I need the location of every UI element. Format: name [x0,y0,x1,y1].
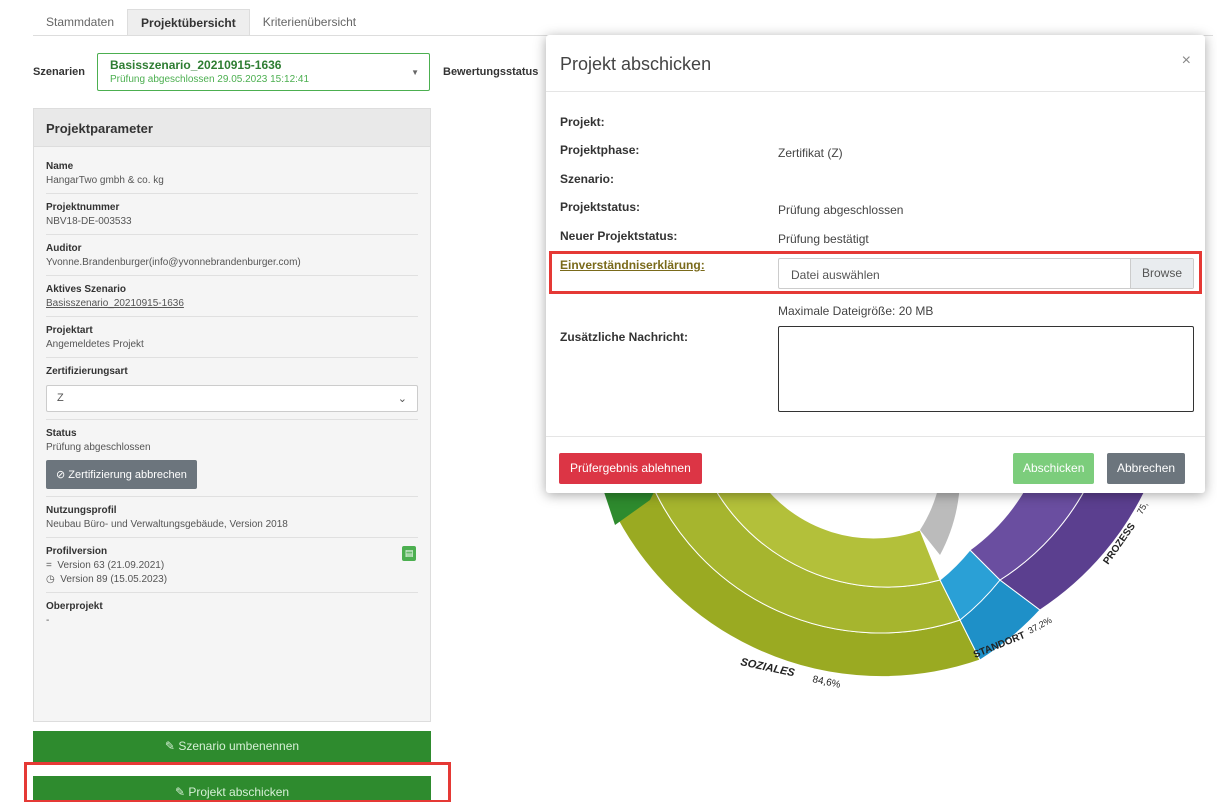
field-oberprojekt: Oberprojekt - [46,593,418,633]
field-label: Projektnummer [46,202,120,213]
field-value: Yvonne.Brandenburger(info@yvonnebrandenb… [46,257,301,268]
cancel-certification-button[interactable]: ⊘ Zertifizierung abbrechen [46,460,197,489]
message-label: Zusätzliche Nachricht: [560,330,689,344]
tab-kriterienuebersicht[interactable]: Kriterienübersicht [250,9,369,35]
field-active-scenario: Aktives Szenario Basisszenario_20210915-… [46,276,418,317]
project-parameters-panel: Projektparameter Name HangarTwo gmbh & c… [33,108,431,722]
highlight-box [549,251,1202,294]
rename-scenario-button[interactable]: ✎ Szenario umbenennen [33,731,431,762]
szenario-label: Szenario: [560,172,615,186]
active-scenario-link[interactable]: Basisszenario_20210915-1636 [46,298,418,309]
chart-rings [599,479,1151,678]
field-nutzungsprofil: Nutzungsprofil Neubau Büro- und Verwaltu… [46,497,418,538]
rating-status-label: Bewertungsstatus [443,66,539,78]
field-zertifizierungsart: Zertifizierungsart Z ⌄ [46,358,418,420]
field-label: Status [46,428,77,439]
clock-icon: ◷ [46,574,55,585]
field-value: Angemeldetes Projekt [46,339,144,350]
field-value: Prüfung abgeschlossen [46,442,151,453]
cancel-button[interactable]: Abbrechen [1107,453,1186,484]
field-projektart: Projektart Angemeldetes Projekt [46,317,418,358]
button-label: Szenario umbenennen [178,739,300,753]
field-value: Neubau Büro- und Verwaltungsgebäude, Ver… [46,519,288,530]
tab-stammdaten[interactable]: Stammdaten [33,9,127,35]
submit-project-modal: Projekt abschicken × Projekt: Projektpha… [546,35,1205,493]
reject-result-button[interactable]: Prüfergebnis ablehnen [559,453,702,484]
chevron-down-icon: ⌄ [397,393,407,405]
soziales-percent: 84,6% [811,674,841,691]
highlight-box [24,762,451,802]
field-label: Auditor [46,243,82,254]
field-label: Projektart [46,325,93,336]
scenario-selected-sub: Prüfung abgeschlossen 29.05.2023 15:12:4… [110,74,310,85]
max-size-hint: Maximale Dateigröße: 20 MB [778,304,934,318]
field-status: Status Prüfung abgeschlossen ⊘ Zertifizi… [46,420,418,497]
submit-button[interactable]: Abschicken [1013,453,1095,484]
modal-header: Projekt abschicken × [546,35,1205,92]
modal-title: Projekt abschicken [560,54,712,74]
certification-type-select[interactable]: Z ⌄ [46,385,418,412]
field-label: Profilversion [46,546,108,557]
scenario-label: Szenarien [33,66,85,78]
scenario-select[interactable]: Basisszenario_20210915-1636 Prüfung abge… [97,53,430,91]
field-label: Aktives Szenario [46,284,127,295]
new-status-label: Neuer Projektstatus: [560,229,678,243]
field-value: HangarTwo gmbh & co. kg [46,175,164,186]
profile-version-row: = Version 63 (21.09.2021) [46,560,167,571]
field-auditor: Auditor Yvonne.Brandenburger(info@yvonne… [46,235,418,276]
equals-icon: = [46,560,52,571]
field-label: Oberprojekt [46,601,103,612]
field-value: NBV18-DE-003533 [46,216,132,227]
tab-bar: Stammdaten Projektübersicht Kriterienübe… [33,9,1213,36]
phase-value: Zertifikat (Z) [778,146,843,160]
field-name: Name HangarTwo gmbh & co. kg [46,147,418,194]
new-status-value: Prüfung bestätigt [778,232,869,246]
field-projektnummer: Projektnummer NBV18-DE-003533 [46,194,418,235]
panel-title: Projektparameter [34,109,430,147]
field-value: - [46,615,50,626]
profile-version-row: ◷ Version 89 (15.05.2023) [46,574,167,585]
edit-icon: ✎ [164,739,175,753]
status-label: Projektstatus: [560,200,641,214]
close-icon[interactable]: × [1182,52,1191,70]
phase-label: Projektphase: [560,143,640,157]
scenario-selected-title: Basisszenario_20210915-1636 [110,58,282,72]
status-value: Prüfung abgeschlossen [778,203,904,217]
field-profilversion: Profilversion = Version 63 (21.09.2021) … [46,538,418,593]
button-label: Zertifizierung abbrechen [68,469,187,481]
message-textarea[interactable] [778,326,1194,412]
document-icon[interactable]: ▤ [402,546,416,561]
field-label: Zertifizierungsart [46,366,128,377]
caret-down-icon: ▼ [411,68,419,77]
field-label: Nutzungsprofil [46,505,117,516]
field-label: Name [46,161,74,172]
modal-footer: Prüfergebnis ablehnen Abschicken Abbrech… [546,436,1205,493]
tab-projektuebersicht[interactable]: Projektübersicht [127,9,250,35]
ban-icon: ⊘ [56,469,66,481]
projekt-label: Projekt: [560,115,605,129]
profile-version-2: Version 89 (15.05.2023) [60,574,168,585]
profile-version-1: Version 63 (21.09.2021) [57,560,165,571]
select-value: Z [57,392,64,404]
